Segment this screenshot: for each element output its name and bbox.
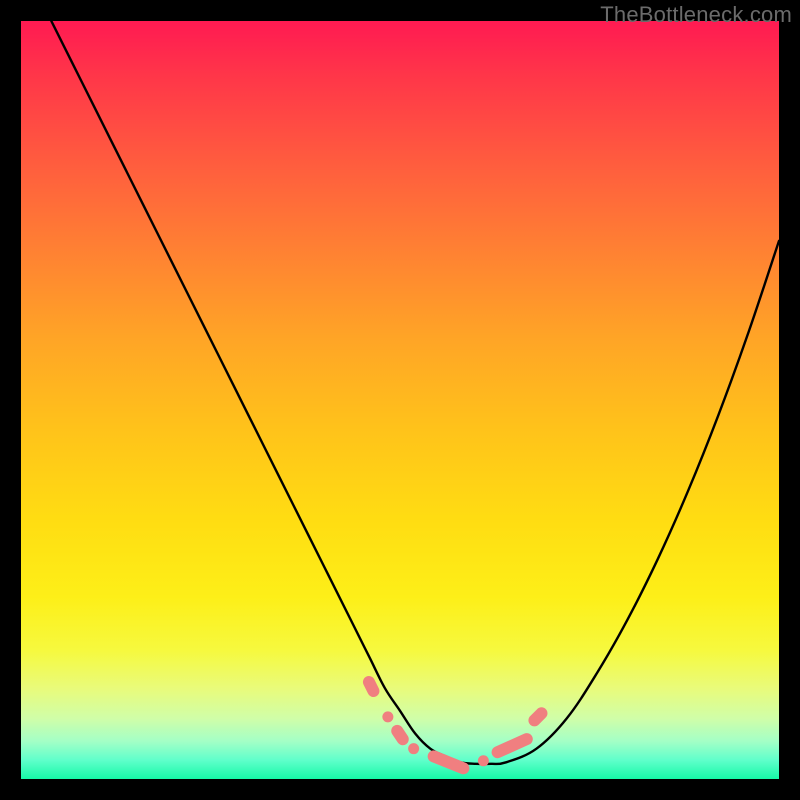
curve-marker (426, 749, 471, 776)
curve-marker (478, 755, 489, 766)
curve-marker (408, 743, 419, 754)
chart-frame: TheBottleneck.com (0, 0, 800, 800)
plot-area (21, 21, 779, 779)
curve-marker (490, 731, 535, 760)
curve-marker (526, 705, 550, 729)
watermark-text: TheBottleneck.com (600, 2, 792, 28)
curve-layer (21, 21, 779, 779)
curve-marker (382, 711, 393, 722)
curve-marker (389, 723, 411, 748)
bottleneck-curve (51, 21, 779, 764)
curve-markers (361, 674, 550, 776)
